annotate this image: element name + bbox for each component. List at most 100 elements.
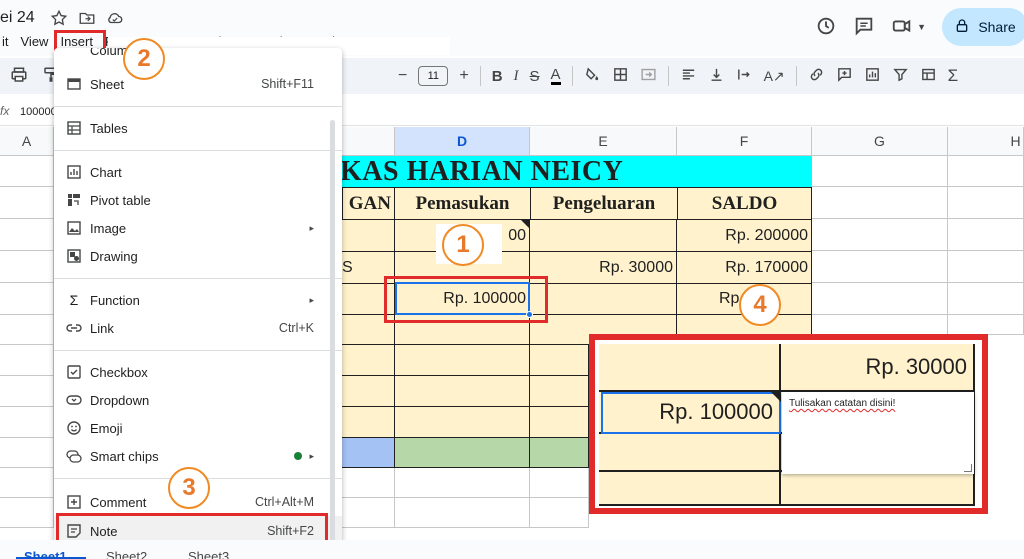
star-icon[interactable] <box>50 9 68 30</box>
menu-item-checkbox[interactable]: Checkbox <box>54 358 342 386</box>
tab-sheet3[interactable]: Sheet3 <box>188 549 229 559</box>
menu-view[interactable]: View <box>15 32 55 54</box>
grid-cell[interactable] <box>812 315 948 335</box>
header-cell-keterangan[interactable]: GAN <box>342 187 395 220</box>
insert-link-icon[interactable] <box>808 66 825 86</box>
text-wrapping-icon[interactable] <box>736 66 753 86</box>
grid-cell[interactable] <box>948 283 1024 315</box>
grid-cell[interactable] <box>395 498 530 528</box>
menu-edit[interactable]: it <box>0 32 15 54</box>
grid-cell[interactable] <box>812 187 948 219</box>
data-cell[interactable] <box>342 376 395 407</box>
column-header-h[interactable]: H <box>948 127 1024 156</box>
data-cell[interactable] <box>342 407 395 438</box>
grid-cell[interactable] <box>948 156 1024 187</box>
borders-icon[interactable] <box>612 66 629 86</box>
grid-cell[interactable] <box>948 187 1024 219</box>
filter-icon[interactable] <box>892 66 909 86</box>
total-cell[interactable] <box>395 438 530 468</box>
grid-cell[interactable] <box>0 187 54 219</box>
resize-handle-icon[interactable] <box>964 464 972 472</box>
data-cell[interactable] <box>395 376 530 407</box>
data-cell[interactable] <box>530 407 589 438</box>
data-cell[interactable] <box>530 376 589 407</box>
grid-cell[interactable] <box>0 156 54 187</box>
grid-cell[interactable] <box>0 438 54 468</box>
grid-cell[interactable] <box>812 156 948 187</box>
grid-cell[interactable] <box>0 219 54 251</box>
menu-item-emoji[interactable]: Emoji <box>54 414 342 442</box>
grid-cell[interactable] <box>0 315 54 345</box>
data-cell-saldo-1[interactable]: Rp. 200000 <box>677 220 812 252</box>
grid-cell[interactable] <box>342 468 395 498</box>
data-cell[interactable] <box>530 345 589 376</box>
menu-item-tables[interactable]: Tables <box>54 114 342 142</box>
bold-icon[interactable]: B <box>492 68 503 85</box>
menu-item-image[interactable]: Image ▸ <box>54 214 342 242</box>
font-size-input[interactable]: 11 <box>418 66 449 86</box>
meet-button[interactable]: ▼ <box>891 15 926 40</box>
note-text[interactable]: Tulisakan catatan disini! <box>789 398 895 409</box>
menu-item-sheet[interactable]: Sheet Shift+F11 <box>54 70 342 98</box>
data-cell[interactable] <box>342 345 395 376</box>
grid-cell[interactable] <box>812 219 948 251</box>
merge-cells-icon[interactable] <box>640 66 657 86</box>
menu-item-pivot-table[interactable]: Pivot table <box>54 186 342 214</box>
text-color-icon[interactable]: A <box>550 67 561 85</box>
data-cell[interactable] <box>342 220 395 252</box>
menu-item-chart[interactable]: Chart <box>54 158 342 186</box>
grid-cell[interactable] <box>0 468 54 498</box>
note-popup[interactable]: Tulisakan catatan disini! <box>782 392 974 474</box>
grid-cell[interactable] <box>0 251 54 283</box>
grid-cell[interactable] <box>948 251 1024 283</box>
header-cell-saldo[interactable]: SALDO <box>677 187 812 220</box>
grid-cell[interactable] <box>948 315 1024 335</box>
move-folder-icon[interactable] <box>78 9 96 30</box>
version-history-icon[interactable] <box>815 15 837 40</box>
grid-cell[interactable] <box>948 219 1024 251</box>
header-cell-pemasukan[interactable]: Pemasukan <box>394 187 531 220</box>
data-cell[interactable] <box>530 220 677 252</box>
data-cell[interactable] <box>395 407 530 438</box>
insert-comment-icon[interactable] <box>836 66 853 86</box>
column-header-f[interactable]: F <box>677 127 812 156</box>
grid-cell[interactable] <box>0 407 54 438</box>
grid-cell[interactable] <box>812 251 948 283</box>
increase-font-icon[interactable]: + <box>459 67 468 85</box>
total-cell[interactable] <box>530 438 589 468</box>
column-header-d[interactable]: D <box>395 127 530 156</box>
grid-cell[interactable] <box>812 283 948 315</box>
column-header-a[interactable]: A <box>0 127 54 156</box>
menu-item-drawing[interactable]: Drawing <box>54 242 342 270</box>
column-header-e[interactable]: E <box>530 127 677 156</box>
insert-chart-icon[interactable] <box>864 66 881 86</box>
grid-cell[interactable] <box>0 345 54 376</box>
header-cell-pengeluaran[interactable]: Pengeluaran <box>530 187 678 220</box>
menu-item-dropdown[interactable]: Dropdown <box>54 386 342 414</box>
data-cell-pengeluaran-2[interactable]: Rp. 30000 <box>530 252 677 284</box>
print-icon[interactable] <box>10 66 28 87</box>
grid-cell[interactable] <box>0 376 54 407</box>
menu-item-smart-chips[interactable]: Smart chips ▸ <box>54 442 342 470</box>
fill-color-icon[interactable] <box>584 66 601 86</box>
sheet-title-banner[interactable]: KAS HARIAN NEICY <box>342 156 812 187</box>
data-cell-saldo-2[interactable]: Rp. 170000 <box>677 252 812 284</box>
column-header-c[interactable] <box>342 127 395 156</box>
cloud-status-icon[interactable] <box>106 9 124 30</box>
grid-cell[interactable] <box>395 468 530 498</box>
menu-item-function[interactable]: Σ Function ▸ <box>54 286 342 314</box>
doc-title[interactable]: ei 24 <box>0 9 35 27</box>
menu-item-column[interactable]: Column <box>54 48 342 62</box>
grid-cell[interactable] <box>530 498 589 528</box>
share-button[interactable]: Share <box>942 8 1024 46</box>
comments-icon[interactable] <box>853 15 875 40</box>
strikethrough-icon[interactable]: S <box>530 68 540 85</box>
menu-scrollbar[interactable] <box>330 120 335 548</box>
grid-cell[interactable] <box>0 498 54 528</box>
grid-cell[interactable] <box>342 498 395 528</box>
column-header-g[interactable]: G <box>812 127 948 156</box>
vertical-align-icon[interactable] <box>708 66 725 86</box>
grid-cell[interactable] <box>0 283 54 315</box>
filter-views-icon[interactable] <box>920 66 937 86</box>
data-cell[interactable] <box>530 284 677 315</box>
